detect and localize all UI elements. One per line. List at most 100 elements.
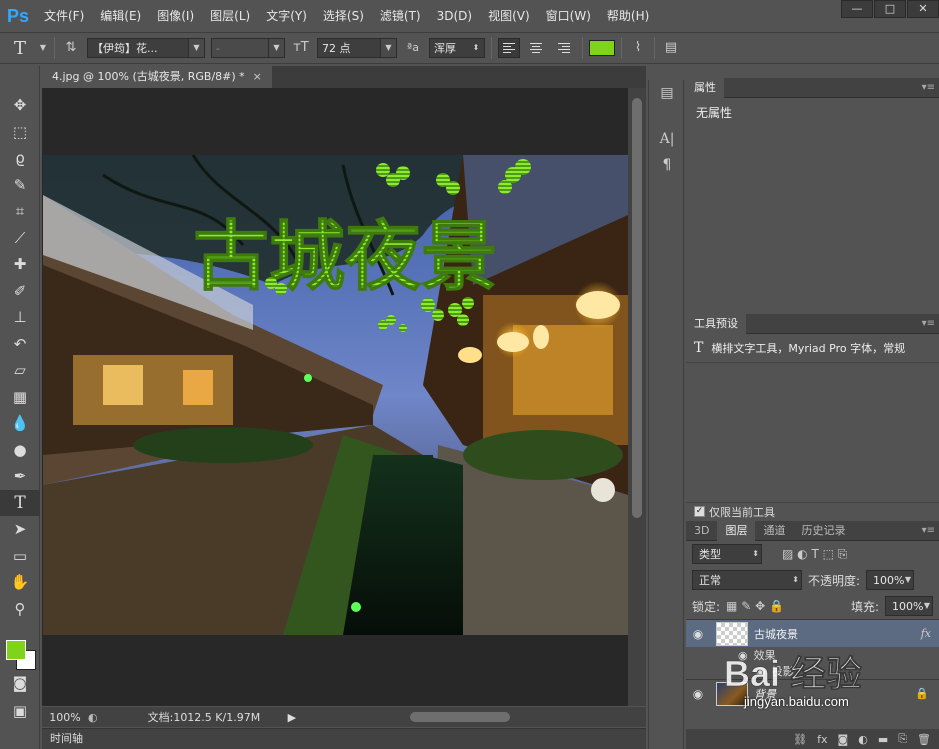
panel-menu-icon[interactable]: ▾≡ <box>922 318 939 329</box>
tab-tool-presets[interactable]: 工具预设 <box>686 313 746 334</box>
lock-icons[interactable]: ▦ ✎ ✥ 🔒 <box>726 599 784 613</box>
watermark-url: jingyan.baidu.com <box>744 694 849 709</box>
tab-3d[interactable]: 3D <box>686 521 717 541</box>
preset-item[interactable]: T 横排文字工具，Myriad Pro 字体，常规 <box>686 334 939 362</box>
dodge-tool-icon[interactable]: ● <box>0 437 40 464</box>
history-brush-tool-icon[interactable]: ↶ <box>0 331 40 358</box>
tab-channels[interactable]: 通道 <box>755 521 793 541</box>
foreground-color-swatch[interactable] <box>6 640 26 660</box>
horizontal-scrollbar[interactable] <box>342 711 646 723</box>
quick-mask-icon[interactable]: ◙ <box>0 670 40 697</box>
zoom-level[interactable]: 100% <box>42 711 88 724</box>
align-center-button[interactable] <box>526 38 548 58</box>
visibility-eye-icon[interactable]: ◉ <box>686 687 710 701</box>
status-info-icon[interactable]: ◐ <box>88 711 98 724</box>
vertical-scrollbar[interactable] <box>628 88 646 706</box>
antialias-select[interactable]: 浑厚 ⬍ <box>429 38 485 58</box>
scrollbar-thumb[interactable] <box>632 98 642 518</box>
minimize-button[interactable]: — <box>841 0 873 18</box>
crop-tool-icon[interactable]: ⌗ <box>0 198 40 225</box>
marquee-tool-icon[interactable]: ⬚ <box>0 119 40 146</box>
quick-select-tool-icon[interactable]: ✎ <box>0 172 40 199</box>
lasso-tool-icon[interactable]: ϱ <box>0 145 40 172</box>
antialias-value: 浑厚 <box>434 42 456 55</box>
paragraph-panel-icon[interactable]: ¶ <box>649 152 685 178</box>
clone-stamp-tool-icon[interactable]: ⊥ <box>0 304 40 331</box>
layers-footer: ⛓ fx ◙ ◐ ▬ ⎘ 🗑 <box>686 729 939 749</box>
canvas-image[interactable]: 古城夜景 <box>43 155 628 635</box>
menu-help[interactable]: 帮助(H) <box>599 0 657 32</box>
panel-menu-icon[interactable]: ▾≡ <box>922 525 939 536</box>
new-layer-icon[interactable]: ⎘ <box>898 732 907 746</box>
maximize-button[interactable]: □ <box>874 0 906 18</box>
healing-brush-tool-icon[interactable]: ✚ <box>0 251 40 278</box>
close-tab-icon[interactable]: × <box>253 70 262 83</box>
menu-file[interactable]: 文件(F) <box>36 0 92 32</box>
trash-icon[interactable]: 🗑 <box>917 733 931 746</box>
zoom-tool-icon[interactable]: ⚲ <box>0 596 40 623</box>
menu-image[interactable]: 图像(I) <box>149 0 202 32</box>
warp-text-icon[interactable]: ⌇ <box>628 38 648 58</box>
menu-filter[interactable]: 滤镜(T) <box>372 0 429 32</box>
text-color-swatch[interactable] <box>589 40 615 56</box>
color-swatches <box>6 640 40 674</box>
menu-select[interactable]: 选择(S) <box>315 0 372 32</box>
toggle-text-orientation-icon[interactable]: ⇅ <box>61 38 81 58</box>
fill-label: 填充: <box>850 599 879 614</box>
eraser-tool-icon[interactable]: ▱ <box>0 357 40 384</box>
font-size-select[interactable]: 72 点 ▼ <box>317 38 397 58</box>
font-style-select[interactable]: - ▼ <box>211 38 285 58</box>
blur-tool-icon[interactable]: 💧 <box>0 410 40 437</box>
shape-tool-icon[interactable]: ▭ <box>0 543 40 570</box>
path-select-tool-icon[interactable]: ➤ <box>0 516 40 543</box>
layer-fx-icon[interactable]: fx <box>921 627 939 640</box>
add-style-icon[interactable]: fx <box>817 733 827 746</box>
fill-input[interactable]: 100% ▼ <box>885 596 933 616</box>
menu-edit[interactable]: 编辑(E) <box>92 0 149 32</box>
panel-menu-icon[interactable]: ▾≡ <box>922 82 939 93</box>
screen-mode-icon[interactable]: ▣ <box>0 698 40 725</box>
opacity-value: 100% <box>873 573 905 587</box>
add-mask-icon[interactable]: ◙ <box>838 733 849 746</box>
text-tool-preset-icon[interactable]: T <box>8 38 32 59</box>
visibility-eye-icon[interactable]: ◉ <box>686 627 710 641</box>
status-menu-arrow-icon[interactable]: ▶ <box>288 711 296 724</box>
current-tool-only-checkbox[interactable]: ✓ <box>694 506 705 517</box>
preset-dropdown-arrow-icon[interactable]: ▼ <box>38 38 48 58</box>
document-tab[interactable]: 4.jpg @ 100% (古城夜景, RGB/8#) * × <box>42 66 272 88</box>
link-layers-icon[interactable]: ⛓ <box>793 733 807 746</box>
timeline-panel-tab[interactable]: 时间轴 <box>42 728 646 749</box>
eyedropper-tool-icon[interactable]: ⟋ <box>0 225 40 252</box>
align-left-button[interactable] <box>498 38 520 58</box>
tools-panel: ✥ ⬚ ϱ ✎ ⌗ ⟋ ✚ ✐ ⊥ ↶ ▱ ▦ 💧 ● ✒ T ➤ ▭ ✋ ⚲ … <box>0 66 40 749</box>
pen-tool-icon[interactable]: ✒ <box>0 463 40 490</box>
new-group-icon[interactable]: ▬ <box>878 733 888 746</box>
tab-layers[interactable]: 图层 <box>717 520 756 541</box>
character-panel-icon[interactable]: A| <box>649 126 685 152</box>
adjustments-panel-icon[interactable]: ▤ <box>649 80 685 106</box>
move-tool-icon[interactable]: ✥ <box>0 92 40 119</box>
properties-body: 无属性 <box>696 106 733 120</box>
blend-mode-select[interactable]: 正常 ⬍ <box>692 570 802 590</box>
document-tabs: 4.jpg @ 100% (古城夜景, RGB/8#) * × <box>42 66 646 88</box>
tab-properties[interactable]: 属性 <box>686 77 724 98</box>
type-tool-icon[interactable]: T <box>0 489 40 516</box>
filter-icons[interactable]: ▨ ◐ T ⬚ ⎘ <box>782 547 847 562</box>
scrollbar-thumb[interactable] <box>410 712 510 722</box>
menu-view[interactable]: 视图(V) <box>480 0 538 32</box>
align-right-button[interactable] <box>554 38 576 58</box>
gradient-tool-icon[interactable]: ▦ <box>0 384 40 411</box>
layer-filter-select[interactable]: 类型 ⬍ <box>692 544 762 564</box>
menu-window[interactable]: 窗口(W) <box>538 0 599 32</box>
menu-3d[interactable]: 3D(D) <box>429 0 480 32</box>
hand-tool-icon[interactable]: ✋ <box>0 569 40 596</box>
font-family-select[interactable]: 【伊筠】花... ▼ <box>87 38 205 58</box>
adjustment-layer-icon[interactable]: ◐ <box>858 733 868 746</box>
menu-layer[interactable]: 图层(L) <box>202 0 258 32</box>
close-window-button[interactable]: ✕ <box>907 0 939 18</box>
character-panel-icon[interactable]: ▤ <box>661 38 681 58</box>
opacity-input[interactable]: 100% ▼ <box>866 570 915 590</box>
tab-history[interactable]: 历史记录 <box>793 521 853 541</box>
menu-type[interactable]: 文字(Y) <box>258 0 315 32</box>
brush-tool-icon[interactable]: ✐ <box>0 278 40 305</box>
